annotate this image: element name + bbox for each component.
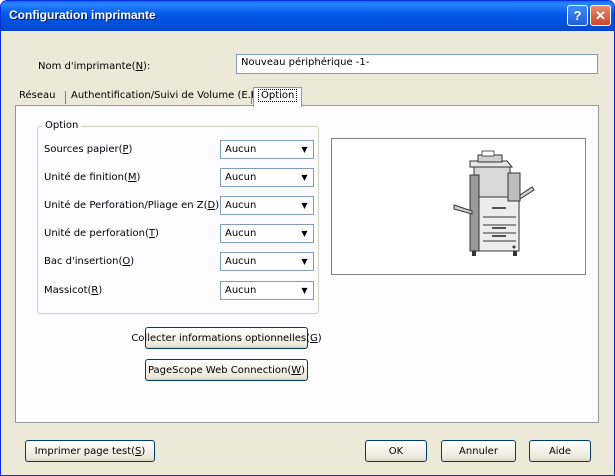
insert-tray-label: Bac d'insertion(O) bbox=[44, 256, 135, 267]
chevron-down-icon[interactable]: ▼ bbox=[297, 198, 312, 213]
paper-sources-select[interactable]: Aucun ▼ bbox=[220, 140, 314, 159]
ok-button[interactable]: OK bbox=[365, 440, 427, 462]
help-button[interactable]: Aide bbox=[529, 440, 591, 462]
chevron-down-icon[interactable]: ▼ bbox=[297, 254, 312, 269]
punch-unit-label: Unité de perforation(T) bbox=[44, 228, 159, 239]
chevron-down-icon[interactable]: ▼ bbox=[297, 283, 312, 298]
tab-separator bbox=[251, 91, 252, 104]
printer-config-dialog: Configuration imprimante ? ✕ Nom d'impri… bbox=[0, 0, 615, 476]
printer-device-icon bbox=[453, 150, 535, 256]
punch-zfold-label: Unité de Perforation/Pliage en Z(D) bbox=[44, 200, 220, 211]
printer-preview bbox=[331, 138, 586, 275]
close-button[interactable]: ✕ bbox=[590, 5, 611, 26]
collect-options-button[interactable]: Collecter informations optionnelles(G) bbox=[131, 327, 322, 349]
option-group-legend: Option bbox=[42, 120, 82, 131]
tab-separator bbox=[65, 91, 66, 104]
chevron-down-icon[interactable]: ▼ bbox=[297, 170, 312, 185]
tab-reseau[interactable]: Réseau bbox=[15, 88, 59, 106]
cancel-button[interactable]: Annuler bbox=[441, 440, 516, 462]
title-bar[interactable]: Configuration imprimante ? ✕ bbox=[1, 1, 614, 31]
window-title: Configuration imprimante bbox=[9, 8, 156, 22]
printer-name-label: Nom d'imprimante(N): bbox=[38, 61, 151, 72]
trimmer-label: Massicot(R) bbox=[44, 285, 103, 296]
pagescope-web-connection-button[interactable]: PageScope Web Connection(W) bbox=[145, 359, 308, 381]
finisher-label: Unité de finition(M) bbox=[44, 172, 141, 183]
punch-unit-select[interactable]: Aucun ▼ bbox=[220, 224, 314, 243]
printer-name-input[interactable]: Nouveau périphérique -1- bbox=[236, 54, 598, 74]
finisher-select[interactable]: Aucun ▼ bbox=[220, 168, 314, 187]
chevron-down-icon[interactable]: ▼ bbox=[297, 142, 312, 157]
tab-authentification[interactable]: Authentification/Suivi de Volume (E.K.C) bbox=[67, 88, 275, 106]
insert-tray-select[interactable]: Aucun ▼ bbox=[220, 252, 314, 271]
help-title-button[interactable]: ? bbox=[567, 5, 588, 26]
trimmer-select[interactable]: Aucun ▼ bbox=[220, 281, 314, 300]
chevron-down-icon[interactable]: ▼ bbox=[297, 226, 312, 241]
print-test-page-button[interactable]: Imprimer page test(S) bbox=[25, 440, 155, 462]
paper-sources-label: Sources papier(P) bbox=[44, 144, 133, 155]
punch-zfold-select[interactable]: Aucun ▼ bbox=[220, 196, 314, 215]
tab-option[interactable]: Option bbox=[253, 87, 303, 107]
